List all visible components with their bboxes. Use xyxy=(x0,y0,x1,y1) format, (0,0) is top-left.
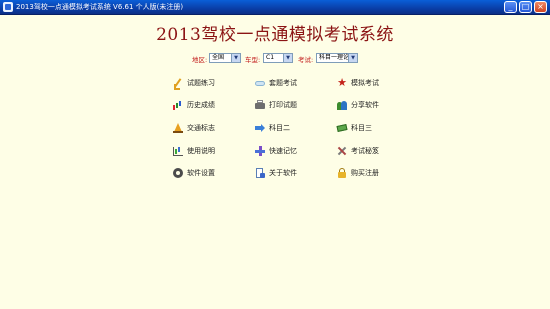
exam-label: 考试: xyxy=(298,56,314,64)
title-bar: 2013驾校一点通模拟考试系统 V6.61 个人版(未注册) _ □ × xyxy=(0,0,550,15)
chevron-down-icon: ▼ xyxy=(231,54,240,62)
window-title: 2013驾校一点通模拟考试系统 V6.61 个人版(未注册) xyxy=(16,3,184,11)
menu-item-label: 科目三 xyxy=(351,124,372,132)
close-button[interactable]: × xyxy=(534,1,547,13)
exam-select[interactable]: 科目一理论 ▼ xyxy=(316,53,358,63)
menu-item-label: 考试秘笈 xyxy=(351,147,379,155)
menu-item-set-exam[interactable]: 套题考试 xyxy=(255,76,297,90)
menu-item-label: 关于软件 xyxy=(269,169,297,177)
printer-icon xyxy=(255,100,265,109)
app-icon xyxy=(3,2,13,12)
traffic-cone-icon xyxy=(173,123,183,133)
menu-item-mock-exam[interactable]: ★ 模拟考试 xyxy=(337,76,379,90)
menu-item-subject-two[interactable]: 科目二 xyxy=(255,121,290,135)
car-type-select[interactable]: C1 ▼ xyxy=(263,53,293,63)
menu-item-practice[interactable]: 试题练习 xyxy=(173,76,215,90)
lock-icon xyxy=(337,168,347,178)
bar-chart-icon xyxy=(173,100,183,110)
menu-item-settings[interactable]: 软件设置 xyxy=(173,166,215,180)
menu-item-label: 购买注册 xyxy=(351,169,379,177)
menu-item-label: 套题考试 xyxy=(269,79,297,87)
menu-item-history[interactable]: 历史成绩 xyxy=(173,98,215,112)
chevron-down-icon: ▼ xyxy=(348,54,357,62)
chart-icon xyxy=(173,146,183,156)
star-icon: ★ xyxy=(337,76,347,89)
maximize-button[interactable]: □ xyxy=(519,1,532,13)
menu-item-share[interactable]: 分享软件 xyxy=(337,98,379,112)
pencil-icon xyxy=(173,78,183,90)
minimize-button[interactable]: _ xyxy=(504,1,517,13)
menu-item-label: 使用说明 xyxy=(187,147,215,155)
menu-item-label: 模拟考试 xyxy=(351,79,379,87)
cross-icon xyxy=(255,146,265,156)
menu-item-instructions[interactable]: 使用说明 xyxy=(173,144,215,158)
menu-item-label: 试题练习 xyxy=(187,79,215,87)
document-icon xyxy=(255,168,265,178)
menu-item-label: 软件设置 xyxy=(187,169,215,177)
people-icon xyxy=(337,100,347,110)
exam-select-value: 科目一理论 xyxy=(319,54,350,61)
money-icon xyxy=(337,123,347,133)
window-controls: _ □ × xyxy=(504,1,547,13)
menu-item-label: 打印试题 xyxy=(269,101,297,109)
arrow-icon xyxy=(255,123,265,133)
menu-item-register[interactable]: 购买注册 xyxy=(337,166,379,180)
menu-item-exam-tips[interactable]: 考试秘笈 xyxy=(337,144,379,158)
gear-icon xyxy=(173,168,183,178)
menu-item-label: 交通标志 xyxy=(187,124,215,132)
cloud-icon xyxy=(255,78,265,88)
menu-item-subject-three[interactable]: 科目三 xyxy=(337,121,372,135)
menu-item-quick-memory[interactable]: 快速记忆 xyxy=(255,144,297,158)
menu-item-traffic-signs[interactable]: 交通标志 xyxy=(173,121,215,135)
chevron-down-icon: ▼ xyxy=(283,54,292,62)
menu-item-print[interactable]: 打印试题 xyxy=(255,98,297,112)
main-title: 2013驾校一点通模拟考试系统 xyxy=(156,25,394,45)
menu-item-about[interactable]: 关于软件 xyxy=(255,166,297,180)
menu-item-label: 科目二 xyxy=(269,124,290,132)
car-type-label: 车型: xyxy=(245,56,261,64)
region-label: 地区: xyxy=(192,56,208,64)
region-select[interactable]: 全国 ▼ xyxy=(209,53,241,63)
menu-item-label: 历史成绩 xyxy=(187,101,215,109)
tools-icon xyxy=(337,146,347,156)
car-type-select-value: C1 xyxy=(266,54,275,61)
menu-item-label: 快速记忆 xyxy=(269,147,297,155)
menu-item-label: 分享软件 xyxy=(351,101,379,109)
region-select-value: 全国 xyxy=(212,54,225,61)
